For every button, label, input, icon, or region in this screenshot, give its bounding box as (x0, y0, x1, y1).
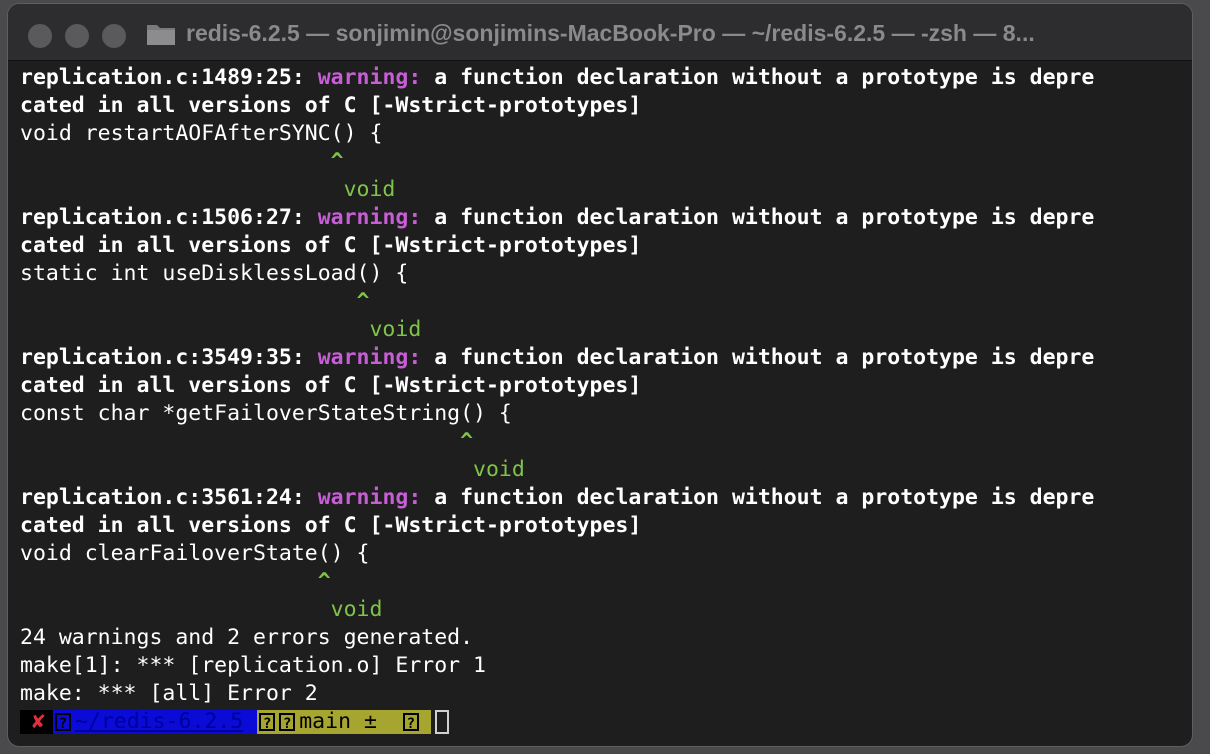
missing-glyph-icon: ? (402, 713, 419, 732)
warning-location: replication.c:1489:25: (20, 65, 318, 90)
fixit-line: void (20, 317, 422, 342)
source-line: void clearFailoverState() { (20, 541, 370, 566)
warning-line: replication.c:1489:25: warning: a functi… (20, 64, 1192, 92)
warning-message: a function declaration without a prototy… (421, 485, 1095, 510)
warning-label: warning: (317, 65, 422, 90)
minimize-window-button[interactable] (65, 24, 89, 48)
prompt-git-segment: ?? main ± ? (257, 710, 431, 734)
source-line: const char *getFailoverStateString() { (20, 401, 512, 426)
caret-line: ^ (20, 149, 344, 174)
warning-label: warning: (317, 485, 422, 510)
fixit-line: void (20, 597, 383, 622)
prompt-path-segment: ? ~/redis-6.2.5 (52, 709, 258, 734)
warning-message-cont: cated in all versions of C [-Wstrict-pro… (20, 373, 642, 398)
caret-line: ^ (20, 569, 331, 594)
missing-glyph-icon: ? (279, 713, 296, 732)
prompt-path: ~/redis-6.2.5 (74, 709, 244, 734)
warning-message: a function declaration without a prototy… (421, 205, 1095, 230)
warning-message: a function declaration without a prototy… (421, 345, 1095, 370)
terminal-output[interactable]: replication.c:1489:25: warning: a functi… (20, 64, 1192, 746)
caret-line: ^ (20, 429, 474, 454)
folder-icon (147, 25, 175, 45)
build-summary: 24 warnings and 2 errors generated. (20, 625, 474, 650)
terminal-window: redis-6.2.5 — sonjimin@sonjimins-MacBook… (8, 4, 1192, 746)
error-status-icon: ✘ (20, 710, 53, 734)
source-line: void restartAOFAfterSYNC() { (20, 121, 383, 146)
caret-line: ^ (20, 289, 370, 314)
warning-location: replication.c:3549:35: (20, 345, 318, 370)
close-window-button[interactable] (28, 24, 52, 48)
warning-location: replication.c:1506:27: (20, 205, 318, 230)
text-cursor[interactable] (434, 710, 449, 734)
source-line: static int useDisklessLoad() { (20, 261, 409, 286)
warning-line: replication.c:3561:24: warning: a functi… (20, 484, 1192, 512)
warning-label: warning: (317, 345, 422, 370)
warning-message-cont: cated in all versions of C [-Wstrict-pro… (20, 233, 642, 258)
warning-message-cont: cated in all versions of C [-Wstrict-pro… (20, 513, 642, 538)
prompt-branch: main ± (299, 709, 377, 734)
missing-glyph-icon: ? (259, 713, 276, 732)
title-bar[interactable]: redis-6.2.5 — sonjimin@sonjimins-MacBook… (8, 4, 1192, 61)
window-title: redis-6.2.5 — sonjimin@sonjimins-MacBook… (186, 20, 1035, 46)
fixit-line: void (20, 177, 396, 202)
make-error-line: make: *** [all] Error 2 (20, 681, 318, 706)
warning-line: replication.c:1506:27: warning: a functi… (20, 204, 1192, 232)
warning-message: a function declaration without a prototy… (421, 65, 1095, 90)
warning-message-cont: cated in all versions of C [-Wstrict-pro… (20, 93, 642, 118)
zoom-window-button[interactable] (102, 24, 126, 48)
missing-glyph-icon: ? (54, 713, 71, 732)
fixit-line: void (20, 457, 525, 482)
warning-line: replication.c:3549:35: warning: a functi… (20, 344, 1192, 372)
shell-prompt: ✘? ~/redis-6.2.5?? main ± ? (20, 708, 1192, 736)
make-error-line: make[1]: *** [replication.o] Error 1 (20, 653, 486, 678)
warning-label: warning: (317, 205, 422, 230)
warning-location: replication.c:3561:24: (20, 485, 318, 510)
